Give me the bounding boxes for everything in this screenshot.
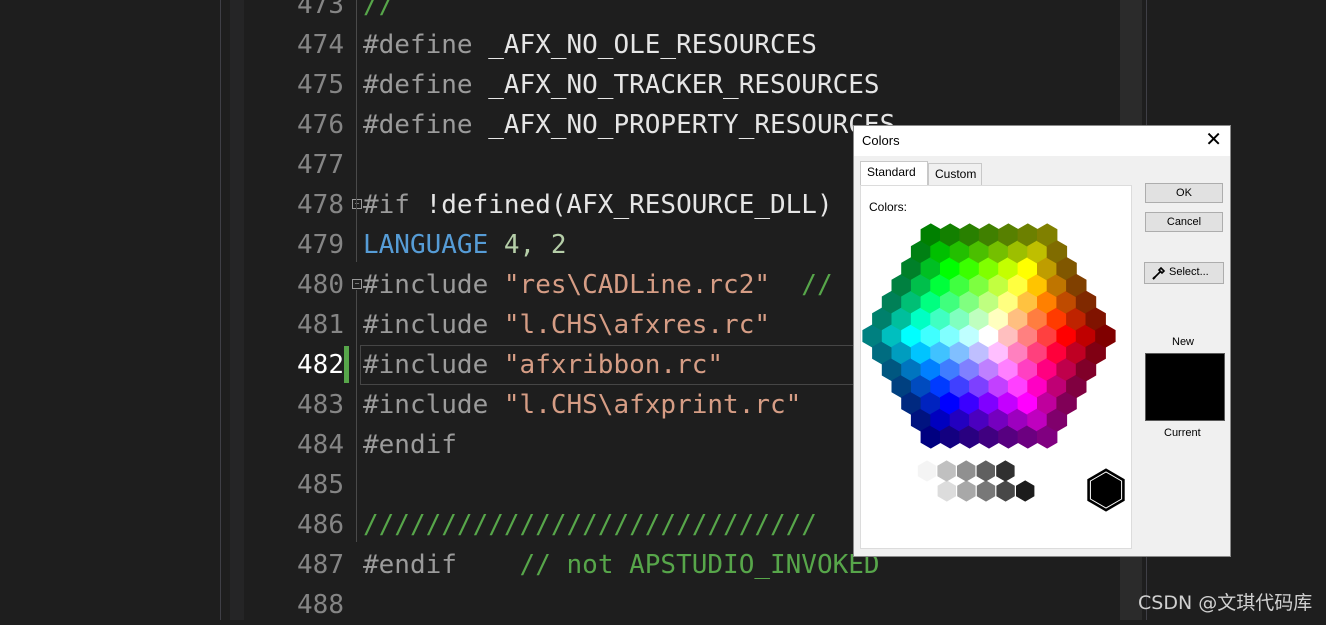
code-token: #include xyxy=(363,390,504,420)
code-token: // xyxy=(363,0,395,20)
gray-cell[interactable] xyxy=(957,480,976,502)
code-token: // not APSTUDIO_INVOKED xyxy=(519,550,880,580)
code-token: 4, 2 xyxy=(503,230,567,260)
gray-cell[interactable] xyxy=(937,480,956,502)
code-token: "l.CHS\afxres.rc" xyxy=(503,310,770,340)
line-number: 475 xyxy=(297,70,344,100)
line-number: 480 xyxy=(297,270,344,300)
select-color-label: Select... xyxy=(1169,266,1209,278)
watermark: CSDN @文琪代码库 xyxy=(1138,592,1313,614)
code-token: _AFX_NO_PROPERTY_RESOURCES xyxy=(488,110,896,140)
code-line[interactable]: 475 #define _AFX_NO_TRACKER_RESOURCES xyxy=(244,65,1120,105)
line-number: 484 xyxy=(297,430,344,460)
code-text: LANGUAGE 4, 2 xyxy=(363,225,567,265)
line-number: 482 xyxy=(297,350,344,380)
gray-cell[interactable] xyxy=(996,480,1015,502)
code-token: #define xyxy=(363,70,489,100)
code-text: #define _AFX_NO_OLE_RESOURCES xyxy=(363,25,817,65)
line-number: 478 xyxy=(297,190,344,220)
code-token: LANGUAGE xyxy=(363,230,504,260)
code-token: _AFX_NO_OLE_RESOURCES xyxy=(488,30,817,60)
code-token: // xyxy=(770,270,833,300)
code-token: "l.CHS\afxprint.rc" xyxy=(503,390,802,420)
change-indicator xyxy=(344,346,349,383)
code-line[interactable]: 473 // xyxy=(244,0,1120,25)
code-token: "res\CADLine.rc2" xyxy=(503,270,770,300)
indent-guide xyxy=(356,0,357,262)
sidebar-divider xyxy=(220,0,221,620)
select-color-button[interactable]: Select... xyxy=(1144,262,1224,284)
indent-guide xyxy=(356,290,357,542)
line-number: 487 xyxy=(297,550,344,580)
color-cell[interactable] xyxy=(1095,324,1116,348)
fold-toggle-icon[interactable]: − xyxy=(352,279,362,289)
line-number: 483 xyxy=(297,390,344,420)
code-token: #if xyxy=(363,190,426,220)
code-text: ///////////////////////////// xyxy=(363,505,817,545)
gray-cell[interactable] xyxy=(957,460,976,482)
line-number: 486 xyxy=(297,510,344,540)
code-text: #include "l.CHS\afxprint.rc" xyxy=(363,385,801,425)
code-token: !defined(AFX_RESOURCE_DLL) xyxy=(425,190,849,220)
code-token: #endif xyxy=(363,430,457,460)
tab-standard[interactable]: Standard xyxy=(860,161,928,185)
gray-cell[interactable] xyxy=(1016,480,1035,502)
line-number: 477 xyxy=(297,150,344,180)
code-line[interactable]: 474 #define _AFX_NO_OLE_RESOURCES xyxy=(244,25,1120,65)
colors-dialog: Colors ✕ Standard Custom Colors: OK Canc… xyxy=(853,125,1231,557)
solution-sidebar xyxy=(0,0,220,620)
line-number: 485 xyxy=(297,470,344,500)
eyedropper-icon xyxy=(1152,266,1166,280)
editor-gutter-margin xyxy=(230,0,244,620)
ok-button[interactable]: OK xyxy=(1145,183,1223,203)
color-hexagon-palette[interactable] xyxy=(861,186,1131,548)
line-number: 488 xyxy=(297,590,344,620)
new-color-label: New xyxy=(1172,336,1195,348)
code-line[interactable]: 488 xyxy=(244,585,1120,625)
color-preview-swatch xyxy=(1145,353,1225,421)
black-cell-selected[interactable] xyxy=(1087,468,1125,512)
cancel-button[interactable]: Cancel xyxy=(1145,212,1223,232)
code-text: #define _AFX_NO_PROPERTY_RESOURCES xyxy=(363,105,895,145)
gray-cell[interactable] xyxy=(937,460,956,482)
code-token: ///////////////////////////// xyxy=(363,510,817,540)
code-text: #include "res\CADLine.rc2" // xyxy=(363,265,833,305)
gray-cell[interactable] xyxy=(976,480,996,502)
code-token: _AFX_NO_TRACKER_RESOURCES xyxy=(488,70,880,100)
tab-custom[interactable]: Custom xyxy=(928,163,982,185)
line-number: 476 xyxy=(297,110,344,140)
code-text: #endif xyxy=(363,425,457,465)
dialog-titlebar[interactable]: Colors ✕ xyxy=(854,126,1230,156)
gray-cell[interactable] xyxy=(976,460,995,482)
code-text: #define _AFX_NO_TRACKER_RESOURCES xyxy=(363,65,880,105)
code-text: #endif // not APSTUDIO_INVOKED xyxy=(363,545,880,585)
line-number: 474 xyxy=(297,30,344,60)
line-number: 473 xyxy=(297,0,344,20)
code-text: #if !defined(AFX_RESOURCE_DLL) xyxy=(363,185,848,225)
current-color-label: Current xyxy=(1164,427,1201,439)
code-token: #define xyxy=(363,110,489,140)
fold-toggle-icon[interactable]: − xyxy=(352,199,362,209)
line-number: 479 xyxy=(297,230,344,260)
code-token: #endif xyxy=(363,550,520,580)
code-token: #define xyxy=(363,30,489,60)
close-icon[interactable]: ✕ xyxy=(1205,129,1222,151)
code-text: // xyxy=(363,0,394,25)
code-text: #include "l.CHS\afxres.rc" xyxy=(363,305,770,345)
code-token: #include xyxy=(363,270,504,300)
code-token: #include xyxy=(363,310,504,340)
gray-cell[interactable] xyxy=(917,460,937,482)
standard-tab-page: Colors: xyxy=(860,185,1132,549)
gray-cell[interactable] xyxy=(996,460,1015,482)
current-line-highlight xyxy=(360,345,862,385)
line-number: 481 xyxy=(297,310,344,340)
dialog-title: Colors xyxy=(862,133,900,148)
